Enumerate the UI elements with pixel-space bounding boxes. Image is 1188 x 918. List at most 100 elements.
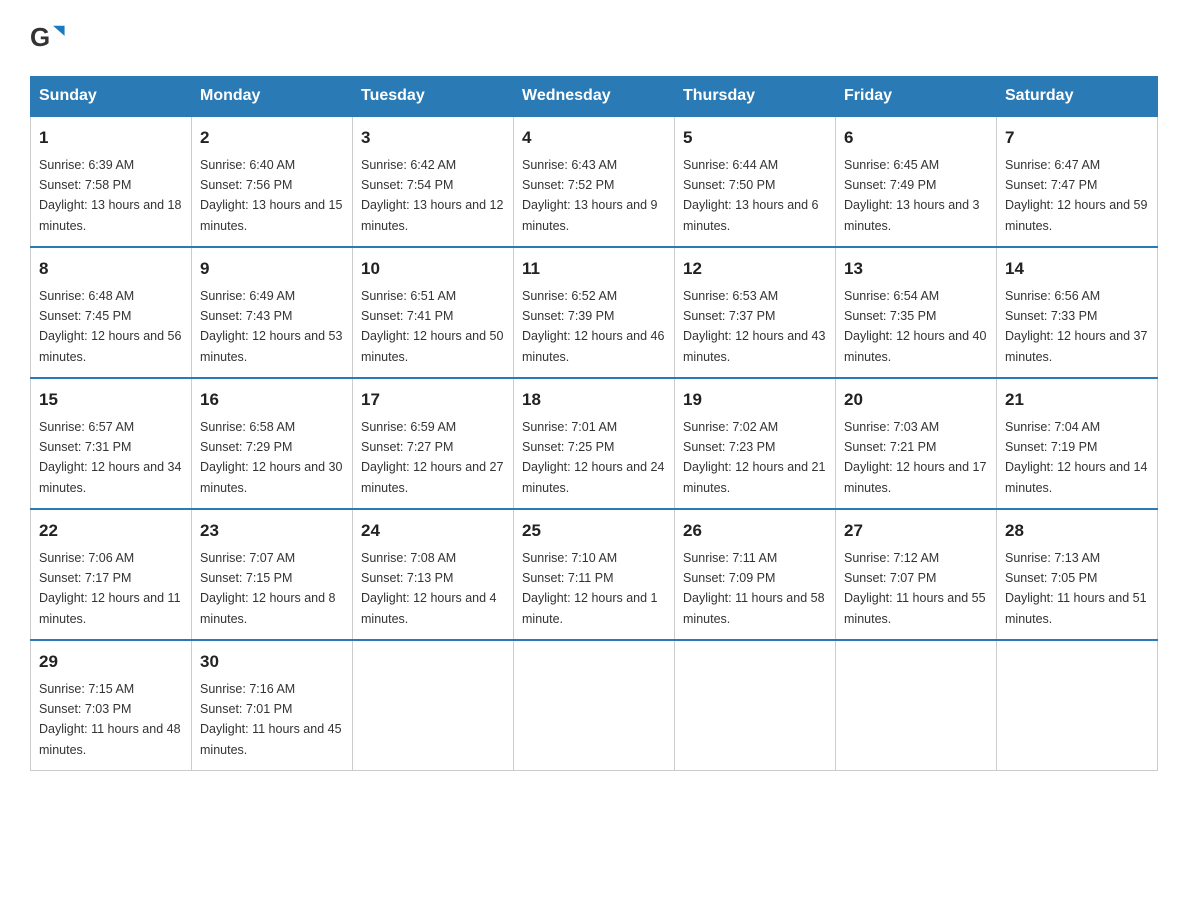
day-number: 8 <box>39 256 183 282</box>
day-number: 20 <box>844 387 988 413</box>
day-cell: 15 Sunrise: 6:57 AMSunset: 7:31 PMDayligh… <box>31 378 192 509</box>
day-cell: 23 Sunrise: 7:07 AMSunset: 7:15 PMDayligh… <box>192 509 353 640</box>
week-row-5: 29 Sunrise: 7:15 AMSunset: 7:03 PMDayligh… <box>31 640 1158 771</box>
day-info: Sunrise: 6:49 AMSunset: 7:43 PMDaylight:… <box>200 289 342 364</box>
day-number: 18 <box>522 387 666 413</box>
day-cell: 9 Sunrise: 6:49 AMSunset: 7:43 PMDaylight… <box>192 247 353 378</box>
day-cell: 11 Sunrise: 6:52 AMSunset: 7:39 PMDayligh… <box>514 247 675 378</box>
day-info: Sunrise: 7:07 AMSunset: 7:15 PMDaylight:… <box>200 551 336 626</box>
day-cell: 7 Sunrise: 6:47 AMSunset: 7:47 PMDaylight… <box>997 116 1158 247</box>
day-info: Sunrise: 6:57 AMSunset: 7:31 PMDaylight:… <box>39 420 181 495</box>
day-cell: 8 Sunrise: 6:48 AMSunset: 7:45 PMDaylight… <box>31 247 192 378</box>
day-info: Sunrise: 6:44 AMSunset: 7:50 PMDaylight:… <box>683 158 819 233</box>
day-number: 4 <box>522 125 666 151</box>
day-info: Sunrise: 7:16 AMSunset: 7:01 PMDaylight:… <box>200 682 342 757</box>
day-number: 25 <box>522 518 666 544</box>
day-number: 11 <box>522 256 666 282</box>
day-info: Sunrise: 6:39 AMSunset: 7:58 PMDaylight:… <box>39 158 181 233</box>
day-info: Sunrise: 7:12 AMSunset: 7:07 PMDaylight:… <box>844 551 986 626</box>
day-cell: 5 Sunrise: 6:44 AMSunset: 7:50 PMDaylight… <box>675 116 836 247</box>
header-cell-tuesday: Tuesday <box>353 77 514 117</box>
day-number: 29 <box>39 649 183 675</box>
day-cell: 2Sunrise: 6:40 AMSunset: 7:56 PMDaylight… <box>192 116 353 247</box>
day-info: Sunrise: 7:10 AMSunset: 7:11 PMDaylight:… <box>522 551 658 626</box>
day-cell: 14 Sunrise: 6:56 AMSunset: 7:33 PMDayligh… <box>997 247 1158 378</box>
day-cell: 1 Sunrise: 6:39 AMSunset: 7:58 PMDaylight… <box>31 116 192 247</box>
day-cell <box>675 640 836 771</box>
day-cell: 17 Sunrise: 6:59 AMSunset: 7:27 PMDayligh… <box>353 378 514 509</box>
day-number: 2 <box>200 125 344 151</box>
day-cell: 10 Sunrise: 6:51 AMSunset: 7:41 PMDayligh… <box>353 247 514 378</box>
day-info: Sunrise: 7:15 AMSunset: 7:03 PMDaylight:… <box>39 682 181 757</box>
day-number: 6 <box>844 125 988 151</box>
day-info: Sunrise: 7:01 AMSunset: 7:25 PMDaylight:… <box>522 420 664 495</box>
day-number: 21 <box>1005 387 1149 413</box>
svg-text:G: G <box>30 24 50 52</box>
day-info: Sunrise: 7:04 AMSunset: 7:19 PMDaylight:… <box>1005 420 1147 495</box>
day-cell: 3 Sunrise: 6:42 AMSunset: 7:54 PMDaylight… <box>353 116 514 247</box>
day-cell: 4 Sunrise: 6:43 AMSunset: 7:52 PMDaylight… <box>514 116 675 247</box>
week-row-4: 22 Sunrise: 7:06 AMSunset: 7:17 PMDayligh… <box>31 509 1158 640</box>
day-info: Sunrise: 6:59 AMSunset: 7:27 PMDaylight:… <box>361 420 503 495</box>
day-cell: 12 Sunrise: 6:53 AMSunset: 7:37 PMDayligh… <box>675 247 836 378</box>
week-row-2: 8 Sunrise: 6:48 AMSunset: 7:45 PMDaylight… <box>31 247 1158 378</box>
day-cell: 19 Sunrise: 7:02 AMSunset: 7:23 PMDayligh… <box>675 378 836 509</box>
day-info: Sunrise: 6:48 AMSunset: 7:45 PMDaylight:… <box>39 289 181 364</box>
day-number: 19 <box>683 387 827 413</box>
header-cell-sunday: Sunday <box>31 77 192 117</box>
day-info: Sunrise: 6:47 AMSunset: 7:47 PMDaylight:… <box>1005 158 1147 233</box>
day-cell: 21 Sunrise: 7:04 AMSunset: 7:19 PMDayligh… <box>997 378 1158 509</box>
header-cell-monday: Monday <box>192 77 353 117</box>
day-cell: 30 Sunrise: 7:16 AMSunset: 7:01 PMDayligh… <box>192 640 353 771</box>
day-number: 12 <box>683 256 827 282</box>
day-info: Sunrise: 7:06 AMSunset: 7:17 PMDaylight:… <box>39 551 181 626</box>
day-cell: 29 Sunrise: 7:15 AMSunset: 7:03 PMDayligh… <box>31 640 192 771</box>
day-info: Sunrise: 7:13 AMSunset: 7:05 PMDaylight:… <box>1005 551 1147 626</box>
day-number: 14 <box>1005 256 1149 282</box>
day-info: Sunrise: 6:43 AMSunset: 7:52 PMDaylight:… <box>522 158 658 233</box>
day-number: 7 <box>1005 125 1149 151</box>
calendar-header: SundayMondayTuesdayWednesdayThursdayFrid… <box>31 77 1158 117</box>
day-info: Sunrise: 6:52 AMSunset: 7:39 PMDaylight:… <box>522 289 664 364</box>
page-header: G <box>30 20 1158 56</box>
day-number: 10 <box>361 256 505 282</box>
day-info: Sunrise: 6:58 AMSunset: 7:29 PMDaylight:… <box>200 420 342 495</box>
day-cell <box>514 640 675 771</box>
day-cell: 18 Sunrise: 7:01 AMSunset: 7:25 PMDayligh… <box>514 378 675 509</box>
day-info: Sunrise: 6:45 AMSunset: 7:49 PMDaylight:… <box>844 158 980 233</box>
day-number: 22 <box>39 518 183 544</box>
day-number: 9 <box>200 256 344 282</box>
calendar-body: 1 Sunrise: 6:39 AMSunset: 7:58 PMDaylight… <box>31 116 1158 771</box>
week-row-1: 1 Sunrise: 6:39 AMSunset: 7:58 PMDaylight… <box>31 116 1158 247</box>
calendar-table: SundayMondayTuesdayWednesdayThursdayFrid… <box>30 76 1158 771</box>
day-number: 15 <box>39 387 183 413</box>
day-cell: 6 Sunrise: 6:45 AMSunset: 7:49 PMDaylight… <box>836 116 997 247</box>
day-info: Sunrise: 7:02 AMSunset: 7:23 PMDaylight:… <box>683 420 825 495</box>
day-number: 16 <box>200 387 344 413</box>
day-info: Sunrise: 6:53 AMSunset: 7:37 PMDaylight:… <box>683 289 825 364</box>
day-info: Sunrise: 6:51 AMSunset: 7:41 PMDaylight:… <box>361 289 503 364</box>
week-row-3: 15 Sunrise: 6:57 AMSunset: 7:31 PMDayligh… <box>31 378 1158 509</box>
day-info: Sunrise: 7:08 AMSunset: 7:13 PMDaylight:… <box>361 551 497 626</box>
day-number: 1 <box>39 125 183 151</box>
day-info: Sunrise: 6:42 AMSunset: 7:54 PMDaylight:… <box>361 158 503 233</box>
header-cell-saturday: Saturday <box>997 77 1158 117</box>
day-cell: 16 Sunrise: 6:58 AMSunset: 7:29 PMDayligh… <box>192 378 353 509</box>
day-info: Sunrise: 6:56 AMSunset: 7:33 PMDaylight:… <box>1005 289 1147 364</box>
header-cell-wednesday: Wednesday <box>514 77 675 117</box>
day-cell: 20Sunrise: 7:03 AMSunset: 7:21 PMDayligh… <box>836 378 997 509</box>
day-number: 30 <box>200 649 344 675</box>
day-cell: 24Sunrise: 7:08 AMSunset: 7:13 PMDayligh… <box>353 509 514 640</box>
day-number: 17 <box>361 387 505 413</box>
logo: G <box>30 20 72 56</box>
day-cell: 22 Sunrise: 7:06 AMSunset: 7:17 PMDayligh… <box>31 509 192 640</box>
day-info: Sunrise: 6:54 AMSunset: 7:35 PMDaylight:… <box>844 289 986 364</box>
day-number: 3 <box>361 125 505 151</box>
day-cell: 13 Sunrise: 6:54 AMSunset: 7:35 PMDayligh… <box>836 247 997 378</box>
day-number: 23 <box>200 518 344 544</box>
day-number: 5 <box>683 125 827 151</box>
logo-icon: G <box>30 20 66 56</box>
header-cell-thursday: Thursday <box>675 77 836 117</box>
day-number: 13 <box>844 256 988 282</box>
day-number: 27 <box>844 518 988 544</box>
